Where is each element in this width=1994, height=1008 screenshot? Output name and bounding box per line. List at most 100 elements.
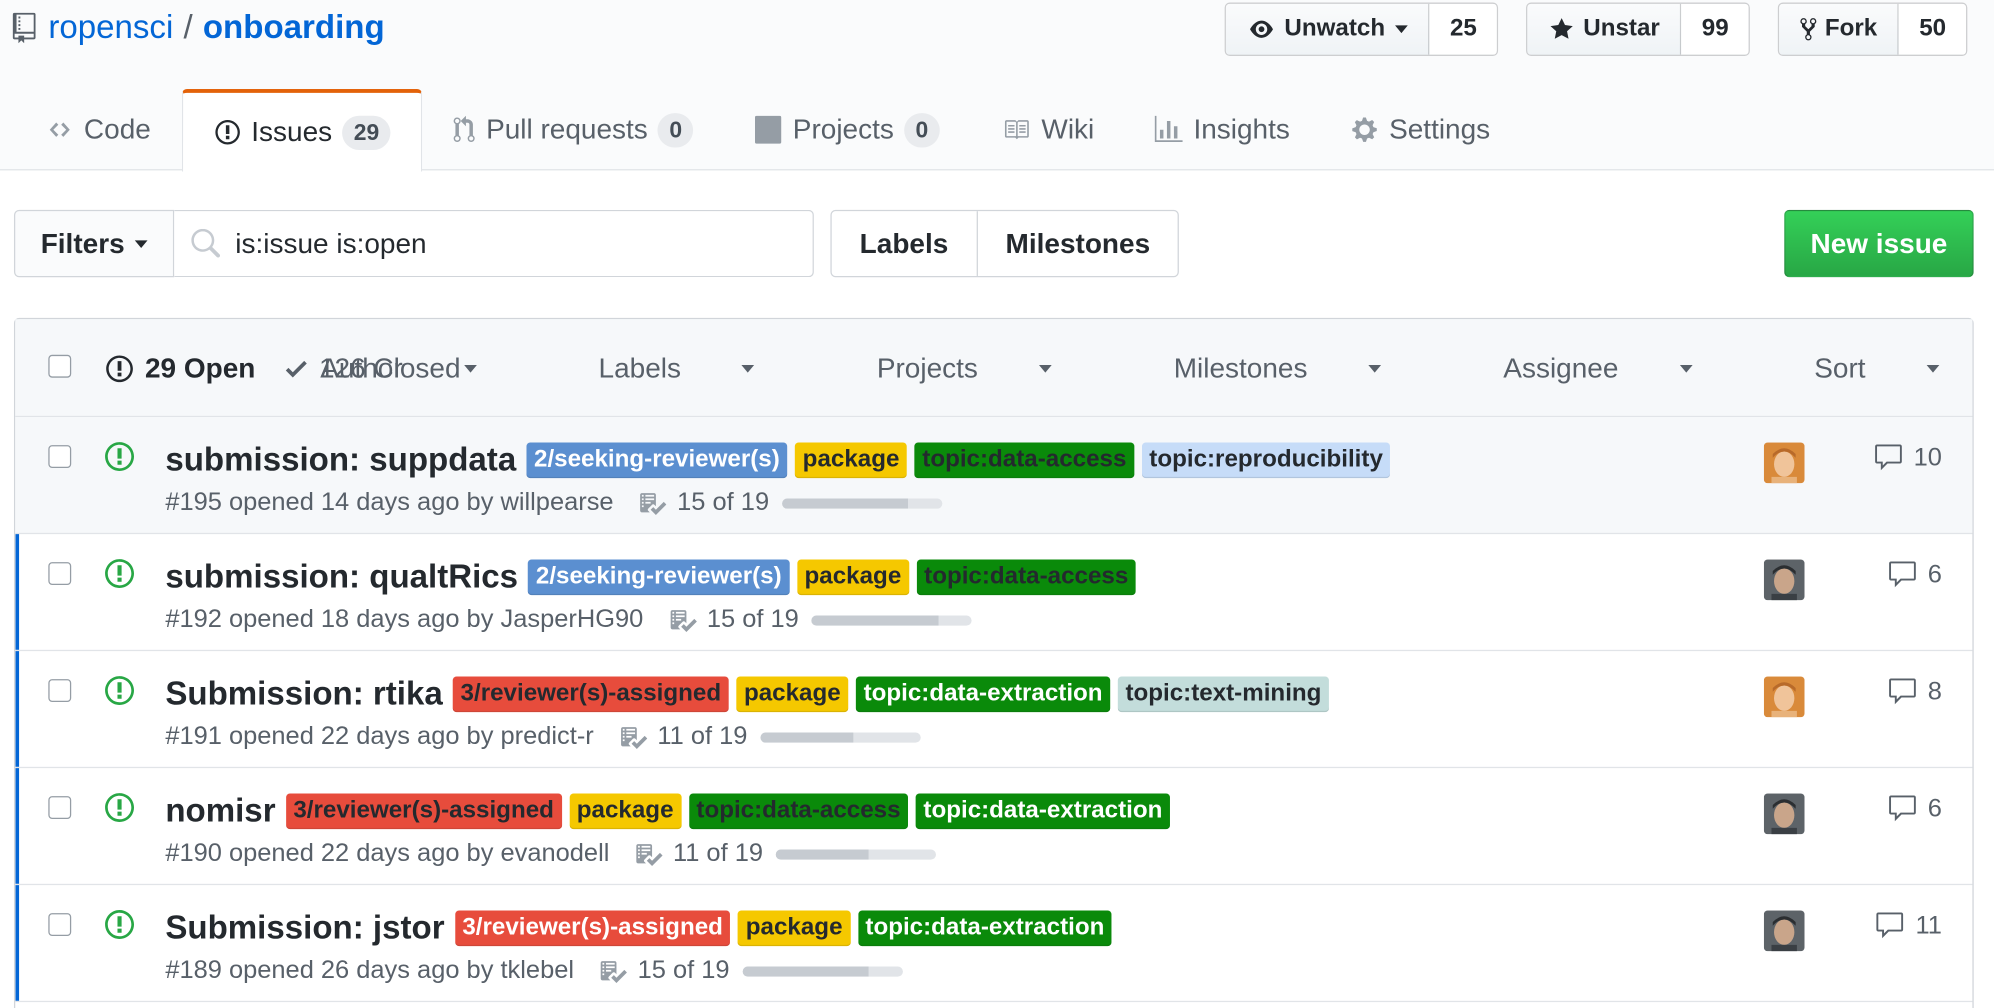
labels-menu[interactable]: Labels xyxy=(537,352,755,385)
tab-pull-requests-label: Pull requests xyxy=(486,113,648,145)
comments-link[interactable]: 10 xyxy=(1873,443,1942,474)
unstar-button[interactable]: Unstar xyxy=(1527,3,1682,55)
issue-row: nomisr 3/reviewer(s)-assigned package topic… xyxy=(15,768,1973,886)
code-icon xyxy=(49,122,70,137)
issue-label[interactable]: 3/reviewer(s)-assigned xyxy=(454,909,731,946)
filters-bar: Filters is:issue is:open xyxy=(13,209,814,278)
pull-requests-counter: 0 xyxy=(657,112,694,147)
assignee-avatar[interactable] xyxy=(1763,442,1805,484)
new-issue-button[interactable]: New issue xyxy=(1784,209,1974,278)
comments-count: 10 xyxy=(1913,443,1942,472)
repo-name-link[interactable]: onboarding xyxy=(203,8,385,47)
issue-label[interactable]: topic:data-access xyxy=(916,558,1136,595)
issue-state xyxy=(104,908,135,947)
projects-menu-label: Projects xyxy=(876,352,978,385)
checklist-icon xyxy=(640,492,667,515)
assignee-avatar[interactable] xyxy=(1763,676,1805,718)
chevron-down-icon xyxy=(1679,364,1693,373)
tab-projects[interactable]: Projects 0 xyxy=(724,89,970,170)
unwatch-button[interactable]: Unwatch xyxy=(1225,3,1430,55)
issue-label[interactable]: topic:text-mining xyxy=(1117,675,1330,712)
issue-checkbox[interactable] xyxy=(48,562,72,585)
tab-projects-label: Projects xyxy=(792,113,894,145)
watchers-count[interactable]: 25 xyxy=(1429,3,1498,55)
issue-title-link[interactable]: Submission: jstor xyxy=(165,908,444,947)
issue-label[interactable]: 2/seeking-reviewer(s) xyxy=(526,441,788,478)
issue-label[interactable]: package xyxy=(738,909,851,946)
issue-opened-icon xyxy=(214,120,240,145)
repo-owner-link[interactable]: ropensci xyxy=(48,8,173,47)
issue-label[interactable]: package xyxy=(736,675,849,712)
author-menu[interactable]: Author xyxy=(259,352,477,385)
comments-link[interactable]: 6 xyxy=(1887,794,1942,825)
repo-separator: / xyxy=(183,7,193,46)
progress-bar xyxy=(811,614,972,626)
issue-label[interactable]: topic:data-extraction xyxy=(915,792,1171,829)
issue-label[interactable]: topic:data-access xyxy=(914,441,1135,478)
issue-label[interactable]: topic:data-access xyxy=(688,792,909,829)
assignee-menu-label: Assignee xyxy=(1503,352,1619,385)
issues-counter: 29 xyxy=(342,115,391,150)
issue-title-link[interactable]: submission: suppdata xyxy=(165,440,516,479)
tab-issues[interactable]: Issues 29 xyxy=(181,89,423,172)
issue-row: Submission: jstor 3/reviewer(s)-assigned p… xyxy=(15,885,1973,1003)
issue-label[interactable]: topic:data-extraction xyxy=(855,675,1111,712)
sort-menu[interactable]: Sort xyxy=(1753,352,1940,385)
comments-count: 6 xyxy=(1927,794,1942,823)
task-progress-text: 15 of 19 xyxy=(637,956,730,985)
labels-button[interactable]: Labels xyxy=(832,211,978,276)
issue-label[interactable]: package xyxy=(569,792,682,829)
issue-meta-text: #192 opened 18 days ago by JasperHG90 xyxy=(165,605,644,634)
issue-label[interactable]: topic:reproducibility xyxy=(1141,441,1391,478)
issue-meta: #192 opened 18 days ago by JasperHG90 15 … xyxy=(165,605,972,634)
milestones-menu[interactable]: Milestones xyxy=(1113,352,1382,385)
star-group: Unstar 99 xyxy=(1526,2,1751,56)
progress-bar-fill xyxy=(742,965,869,977)
projects-menu[interactable]: Projects xyxy=(816,352,1052,385)
tab-insights[interactable]: Insights xyxy=(1125,89,1321,170)
issue-label[interactable]: 3/reviewer(s)-assigned xyxy=(452,675,729,712)
assignee-avatar[interactable] xyxy=(1763,559,1805,601)
issue-row: Submission: rtika 3/reviewer(s)-assigned p… xyxy=(15,651,1973,769)
issue-label[interactable]: 3/reviewer(s)-assigned xyxy=(285,792,562,829)
issue-title-link[interactable]: submission: qualtRics xyxy=(165,557,518,596)
issue-checkbox[interactable] xyxy=(48,445,72,468)
stars-count[interactable]: 99 xyxy=(1681,3,1750,55)
issue-label[interactable]: topic:data-extraction xyxy=(857,909,1113,946)
chevron-down-icon xyxy=(134,239,148,248)
tab-pull-requests[interactable]: Pull requests 0 xyxy=(422,89,724,170)
issue-label[interactable]: package xyxy=(796,558,909,595)
task-progress-text: 11 of 19 xyxy=(672,839,764,868)
issue-checkbox[interactable] xyxy=(48,796,72,819)
comments-count: 8 xyxy=(1927,677,1942,706)
task-progress: 15 of 19 xyxy=(669,605,972,634)
issue-checkbox[interactable] xyxy=(48,913,72,936)
issue-title-link[interactable]: Submission: rtika xyxy=(165,674,442,713)
tab-settings[interactable]: Settings xyxy=(1320,89,1520,170)
issue-title-link[interactable]: nomisr xyxy=(165,791,275,830)
milestones-button[interactable]: Milestones xyxy=(978,211,1179,276)
filters-button[interactable]: Filters xyxy=(13,209,175,278)
comments-link[interactable]: 8 xyxy=(1887,677,1942,708)
assignee-avatar[interactable] xyxy=(1763,793,1805,835)
issue-title-line: submission: qualtRics 2/seeking-reviewer(… xyxy=(165,557,1143,596)
issue-opened-icon xyxy=(105,910,135,939)
issue-meta: #190 opened 22 days ago by evanodell 11 o… xyxy=(165,839,936,868)
issue-row: submission: suppdata 2/seeking-reviewer(s… xyxy=(15,417,1973,535)
comments-link[interactable]: 11 xyxy=(1875,911,1942,942)
assignee-avatar[interactable] xyxy=(1763,910,1805,952)
issue-label[interactable]: 2/seeking-reviewer(s) xyxy=(528,558,790,595)
assignee-menu[interactable]: Assignee xyxy=(1442,352,1693,385)
search-input[interactable]: is:issue is:open xyxy=(174,209,814,278)
progress-bar xyxy=(781,497,943,509)
comments-link[interactable]: 6 xyxy=(1887,560,1942,591)
tab-code[interactable]: Code xyxy=(15,89,181,170)
issue-checkbox[interactable] xyxy=(48,679,72,702)
forks-count[interactable]: 50 xyxy=(1898,3,1967,55)
select-all-checkbox[interactable] xyxy=(48,354,72,378)
fork-label: Fork xyxy=(1824,15,1878,42)
tab-wiki[interactable]: Wiki xyxy=(970,89,1125,170)
issue-label[interactable]: package xyxy=(795,441,908,478)
fork-button[interactable]: Fork xyxy=(1779,3,1899,55)
task-progress: 15 of 19 xyxy=(639,488,943,517)
